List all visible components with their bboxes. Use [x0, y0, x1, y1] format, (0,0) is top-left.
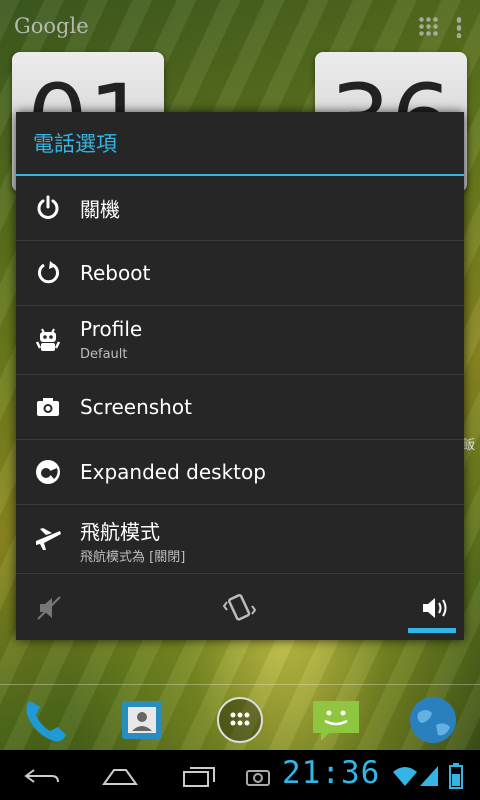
menu-item-power-off[interactable]: 關機 — [16, 176, 464, 241]
sound-mode-selector — [16, 576, 464, 640]
menu-item-label: Reboot — [80, 261, 151, 285]
home-dock — [0, 690, 480, 750]
menu-item-screenshot[interactable]: Screenshot — [16, 375, 464, 440]
profile-current-value: Default — [80, 347, 128, 362]
recent-apps-icon[interactable] — [180, 762, 220, 790]
menu-item-profile[interactable]: Profile Default — [16, 306, 464, 375]
app-drawer-icon[interactable] — [215, 695, 265, 745]
vibrate-icon[interactable] — [220, 588, 260, 628]
menu-item-label: 飛航模式 — [80, 520, 160, 544]
airplane-mode-status: 飛航模式為 [關閉] — [80, 550, 186, 565]
dialog-title: 電話選項 — [16, 112, 464, 176]
apps-grid-icon[interactable] — [418, 16, 440, 38]
menu-item-airplane-mode[interactable]: 飛航模式 飛航模式為 [關閉] — [16, 505, 464, 574]
browser-globe-icon[interactable] — [408, 695, 458, 745]
google-search-widget[interactable]: Google — [14, 14, 89, 38]
menu-item-label: Profile — [80, 317, 143, 341]
menu-item-expanded-desktop[interactable]: Expanded desktop — [16, 440, 464, 505]
contacts-icon[interactable] — [118, 695, 168, 745]
dock-divider — [0, 684, 480, 685]
reboot-icon — [38, 261, 59, 284]
screenshot-notification-icon — [246, 770, 270, 786]
expanded-desktop-icon — [36, 460, 60, 484]
phone-icon[interactable] — [20, 695, 70, 745]
back-icon[interactable] — [22, 762, 62, 790]
menu-item-label: 關機 — [80, 197, 120, 222]
home-icon[interactable] — [100, 762, 140, 790]
signal-strength-icon — [420, 766, 438, 786]
wifi-icon — [393, 767, 417, 786]
camera-icon — [37, 398, 59, 416]
battery-icon — [449, 763, 463, 789]
profile-android-icon — [35, 328, 61, 351]
menu-item-label: Expanded desktop — [80, 460, 266, 484]
silent-icon[interactable] — [30, 588, 70, 628]
sound-on-icon[interactable] — [414, 588, 454, 628]
power-icon — [37, 195, 59, 219]
phone-options-dialog: 電話選項 關機 Reboot Profile Default Screensho… — [16, 112, 464, 640]
airplane-icon — [36, 528, 61, 550]
status-clock: 21:36 — [282, 755, 381, 791]
overflow-menu-icon[interactable] — [456, 16, 462, 38]
menu-item-label: Screenshot — [80, 395, 192, 419]
messaging-icon[interactable] — [311, 695, 361, 745]
menu-item-reboot[interactable]: Reboot — [16, 241, 464, 306]
selected-sound-mode-indicator — [408, 628, 456, 633]
navigation-bar: 21:36 — [0, 750, 480, 800]
